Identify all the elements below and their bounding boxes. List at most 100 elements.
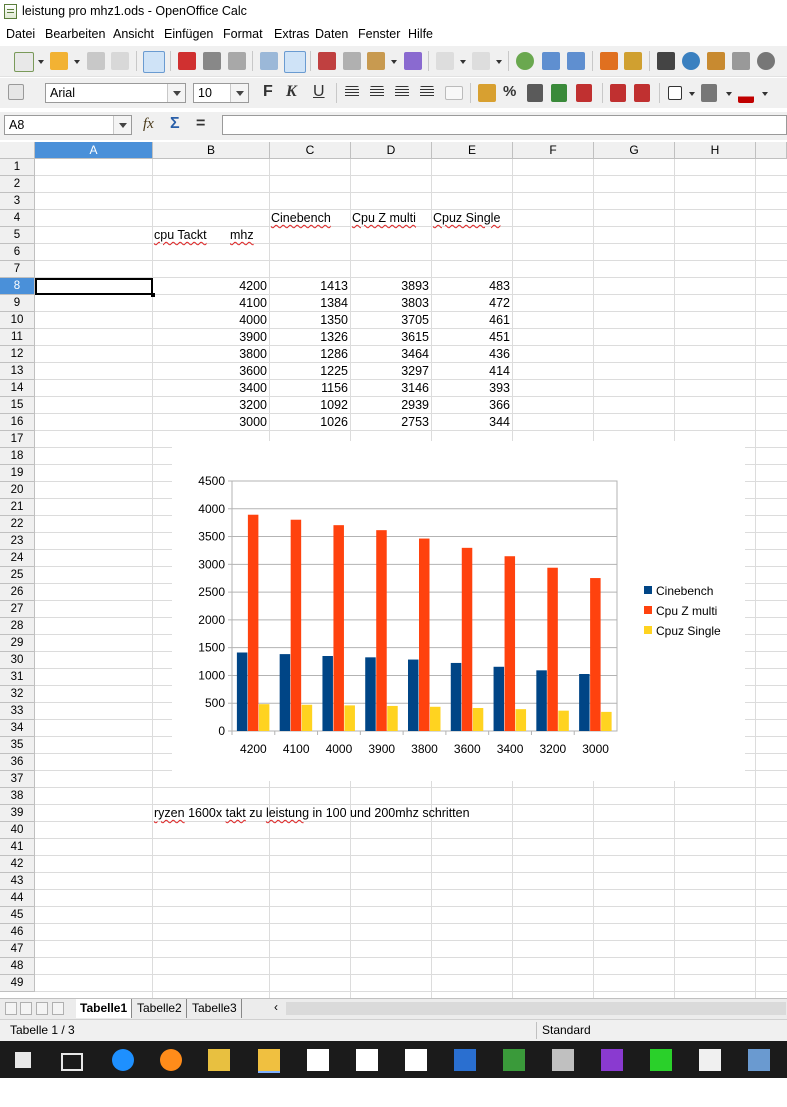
row-header-37[interactable]: 37 bbox=[0, 771, 35, 788]
delete-decimal-icon[interactable] bbox=[576, 84, 592, 102]
pencil-app-icon[interactable] bbox=[699, 1049, 721, 1071]
scroll-left-icon[interactable]: ‹ bbox=[274, 1000, 278, 1014]
paste-dropdown-arrow-icon[interactable] bbox=[391, 60, 397, 64]
print-icon[interactable] bbox=[203, 52, 221, 70]
row-header-15[interactable]: 15 bbox=[0, 397, 35, 414]
column-header-partial[interactable] bbox=[756, 142, 787, 159]
function-wizard-icon[interactable]: fx bbox=[143, 116, 154, 133]
cell-e4[interactable]: Cpuz Single bbox=[433, 210, 500, 227]
cell-e12[interactable]: 436 bbox=[412, 346, 510, 363]
find-binoculars-icon[interactable] bbox=[657, 52, 675, 70]
row-header-3[interactable]: 3 bbox=[0, 193, 35, 210]
decrease-indent-icon[interactable] bbox=[610, 84, 626, 102]
row-header-4[interactable]: 4 bbox=[0, 210, 35, 227]
sum-icon[interactable]: Σ bbox=[170, 115, 180, 133]
row-header-45[interactable]: 45 bbox=[0, 907, 35, 924]
open-dropdown-arrow-icon[interactable] bbox=[74, 60, 80, 64]
row-header-42[interactable]: 42 bbox=[0, 856, 35, 873]
name-box[interactable]: A8 bbox=[4, 115, 132, 135]
row-header-48[interactable]: 48 bbox=[0, 958, 35, 975]
row-header-35[interactable]: 35 bbox=[0, 737, 35, 754]
cell-e10[interactable]: 461 bbox=[412, 312, 510, 329]
menu-bearbeiten[interactable]: Bearbeiten bbox=[45, 27, 105, 41]
column-header-f[interactable]: F bbox=[513, 142, 594, 159]
undo-icon[interactable] bbox=[436, 52, 454, 70]
file-explorer-icon[interactable] bbox=[258, 1049, 280, 1073]
bold-button[interactable]: F bbox=[263, 83, 273, 101]
row-header-38[interactable]: 38 bbox=[0, 788, 35, 805]
column-header-b[interactable]: B bbox=[153, 142, 270, 159]
menu-hilfe[interactable]: Hilfe bbox=[408, 27, 433, 41]
column-header-c[interactable]: C bbox=[270, 142, 351, 159]
row-header-41[interactable]: 41 bbox=[0, 839, 35, 856]
row-header-13[interactable]: 13 bbox=[0, 363, 35, 380]
row-header-22[interactable]: 22 bbox=[0, 516, 35, 533]
menu-extras[interactable]: Extras bbox=[274, 27, 309, 41]
windows-start-icon[interactable] bbox=[15, 1052, 31, 1068]
row-header-14[interactable]: 14 bbox=[0, 380, 35, 397]
last-sheet-button[interactable] bbox=[52, 1002, 64, 1015]
row-header-32[interactable]: 32 bbox=[0, 686, 35, 703]
row-header-36[interactable]: 36 bbox=[0, 754, 35, 771]
gallery-icon[interactable] bbox=[707, 52, 725, 70]
row-header-43[interactable]: 43 bbox=[0, 873, 35, 890]
font-color-icon[interactable] bbox=[738, 84, 754, 103]
menu-einfuegen[interactable]: Einfügen bbox=[164, 27, 213, 41]
column-header-h[interactable]: H bbox=[675, 142, 756, 159]
hyperlink-icon[interactable] bbox=[516, 52, 534, 70]
styles-icon[interactable] bbox=[8, 84, 24, 100]
increase-indent-icon[interactable] bbox=[634, 84, 650, 102]
formula-equals-icon[interactable]: = bbox=[196, 115, 205, 133]
row-header-2[interactable]: 2 bbox=[0, 176, 35, 193]
tool-icon[interactable] bbox=[208, 1049, 230, 1071]
row-header-30[interactable]: 30 bbox=[0, 652, 35, 669]
row-header-21[interactable]: 21 bbox=[0, 499, 35, 516]
row-header-47[interactable]: 47 bbox=[0, 941, 35, 958]
row-header-40[interactable]: 40 bbox=[0, 822, 35, 839]
row-header-18[interactable]: 18 bbox=[0, 448, 35, 465]
formula-input[interactable] bbox=[222, 115, 787, 135]
cpu-z-icon[interactable] bbox=[601, 1049, 623, 1071]
cell-e8[interactable]: 483 bbox=[412, 278, 510, 295]
row-header-5[interactable]: 5 bbox=[0, 227, 35, 244]
print-preview-icon[interactable] bbox=[228, 52, 246, 70]
row-header-33[interactable]: 33 bbox=[0, 703, 35, 720]
cut-icon[interactable] bbox=[318, 52, 336, 70]
select-all-corner[interactable] bbox=[0, 142, 35, 159]
row-header-27[interactable]: 27 bbox=[0, 601, 35, 618]
row-header-7[interactable]: 7 bbox=[0, 261, 35, 278]
percent-format-button[interactable]: % bbox=[503, 83, 516, 100]
align-center-icon[interactable] bbox=[370, 86, 384, 98]
row-header-23[interactable]: 23 bbox=[0, 533, 35, 550]
name-box-dropdown-icon[interactable] bbox=[113, 116, 131, 134]
merge-cells-icon[interactable] bbox=[445, 86, 463, 100]
sheet-tab-tabelle1[interactable]: Tabelle1 bbox=[76, 999, 133, 1018]
store-icon[interactable] bbox=[307, 1049, 329, 1071]
row-header-19[interactable]: 19 bbox=[0, 465, 35, 482]
menu-datei[interactable]: Datei bbox=[6, 27, 35, 41]
font-size-dropdown-icon[interactable] bbox=[230, 84, 248, 102]
sort-ascending-icon[interactable] bbox=[542, 52, 560, 70]
cpu-icon[interactable] bbox=[552, 1049, 574, 1071]
align-left-icon[interactable] bbox=[345, 86, 359, 98]
row-header-6[interactable]: 6 bbox=[0, 244, 35, 261]
underline-button[interactable]: U bbox=[313, 83, 325, 101]
undo-dropdown-arrow-icon[interactable] bbox=[460, 60, 466, 64]
cell-cursor-a8[interactable] bbox=[35, 278, 155, 297]
edit-mode-icon[interactable] bbox=[143, 51, 165, 73]
email-icon[interactable] bbox=[111, 52, 129, 70]
sort-descending-icon[interactable] bbox=[567, 52, 585, 70]
number-icon[interactable] bbox=[650, 1049, 672, 1071]
row-header-44[interactable]: 44 bbox=[0, 890, 35, 907]
speaker-app-icon[interactable] bbox=[748, 1049, 770, 1071]
task-view-icon[interactable] bbox=[61, 1053, 83, 1071]
cell-b5-part2[interactable]: mhz bbox=[230, 227, 254, 244]
cell-e9[interactable]: 472 bbox=[412, 295, 510, 312]
data-sources-icon[interactable] bbox=[732, 52, 750, 70]
cell-b5-part1[interactable]: cpu Tackt bbox=[154, 227, 207, 244]
gpu-icon[interactable] bbox=[503, 1049, 525, 1071]
first-sheet-button[interactable] bbox=[5, 1002, 17, 1015]
row-header-31[interactable]: 31 bbox=[0, 669, 35, 686]
borders-dropdown-arrow-icon[interactable] bbox=[689, 92, 695, 96]
row-header-16[interactable]: 16 bbox=[0, 414, 35, 431]
